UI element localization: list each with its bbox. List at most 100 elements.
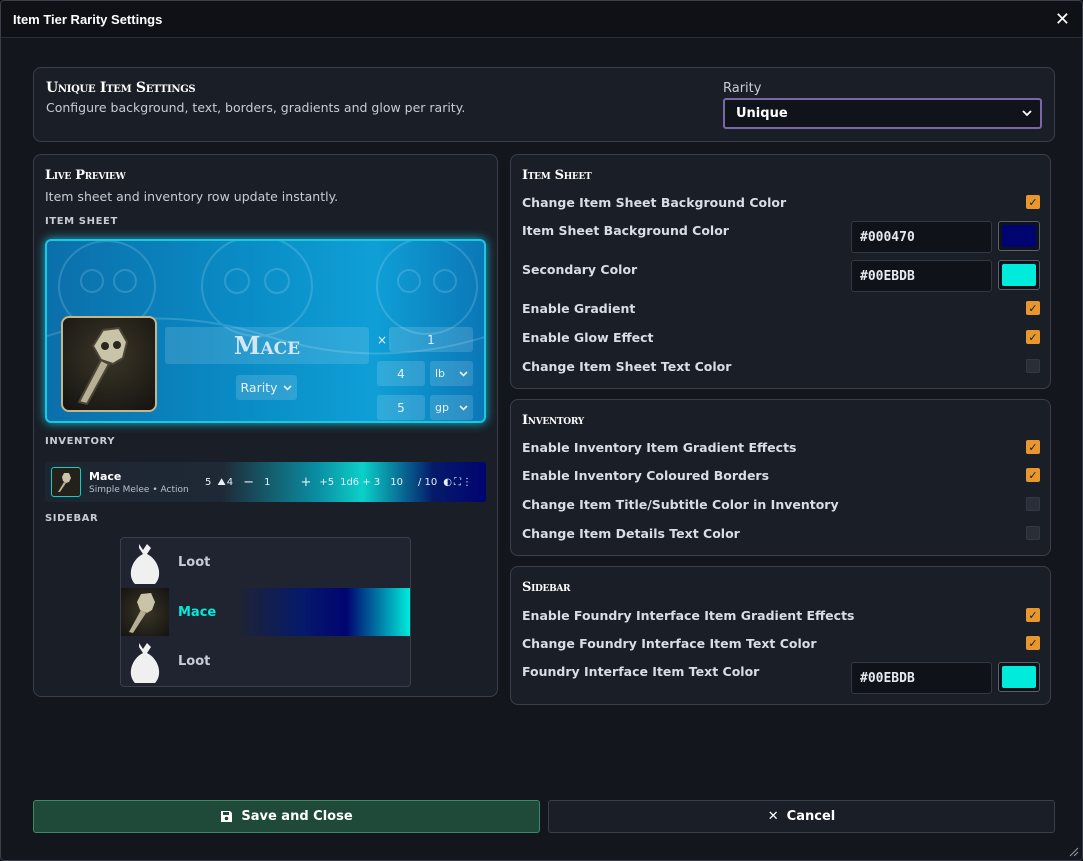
setting-row: Foundry Interface Item Text Color #00EBD… [522, 662, 1040, 694]
rarity-settings-title: Unique Item Settings [46, 80, 196, 96]
setting-row: Enable Glow Effect ✓ [522, 329, 1040, 345]
rarity-header-panel: Unique Item Settings Configure backgroun… [33, 67, 1055, 142]
quantity-value: 1 [427, 332, 435, 347]
inventory-title-color-checkbox[interactable] [1026, 497, 1040, 511]
loot-bag-icon [130, 544, 160, 584]
weight-field[interactable]: 4 [377, 361, 425, 386]
change-sheet-bg-checkbox[interactable]: ✓ [1026, 195, 1040, 209]
mace-icon [129, 593, 155, 633]
mace-thumb [121, 588, 169, 636]
mace-icon [77, 326, 129, 406]
price-unit-select[interactable]: gp [430, 395, 473, 420]
shield-icon[interactable]: ◐ [443, 477, 452, 488]
decrease-quantity-button[interactable]: − [243, 475, 254, 490]
change-sheet-text-color-checkbox[interactable] [1026, 359, 1040, 373]
inventory-range: 10 [390, 476, 403, 488]
rarity-dropdown[interactable]: Rarity [236, 375, 297, 400]
foundry-gradient-checkbox[interactable]: ✓ [1026, 608, 1040, 622]
swatch-fill [1002, 264, 1036, 286]
inventory-quantity: 1 [264, 476, 271, 488]
inventory-item-subtitle: Simple Melee • Action [89, 484, 189, 495]
inventory-damage: 1d6 + 3 [340, 476, 381, 488]
chevron-down-icon [459, 370, 468, 377]
item-name: Mace [233, 331, 301, 360]
price-unit: gp [435, 401, 449, 414]
secondary-color-swatch[interactable] [998, 260, 1040, 290]
inventory-item-thumb [51, 467, 81, 497]
sidebar-settings-panel: Sidebar Enable Foundry Interface Item Gr… [510, 566, 1051, 705]
loot-bag-icon [130, 643, 160, 683]
save-icon [221, 811, 233, 822]
cancel-button-label: Cancel [786, 809, 836, 824]
setting-label: Foundry Interface Item Text Color [522, 664, 760, 679]
secondary-color-input[interactable]: #00EBDB [851, 260, 992, 292]
price-field[interactable]: 5 [377, 395, 425, 420]
item-name-field[interactable]: Mace [165, 327, 369, 364]
rarity-dropdown-label: Rarity [240, 380, 278, 395]
inventory-uses: / 10 [418, 476, 438, 488]
mace-icon [58, 473, 71, 492]
sidebar-label: SIDEBAR [45, 513, 99, 524]
weight-value: 4 [397, 366, 405, 381]
rarity-settings-subtitle: Configure background, text, borders, gra… [46, 100, 466, 115]
quantity-field[interactable]: 1 [389, 327, 473, 352]
item-sheet-label: ITEM SHEET [45, 216, 118, 227]
setting-label: Change Foundry Interface Item Text Color [522, 635, 817, 651]
weight-icon: ⛰ [217, 476, 226, 488]
increase-quantity-button[interactable]: + [300, 475, 311, 490]
inventory-gradient-checkbox[interactable]: ✓ [1026, 440, 1040, 454]
setting-row: Change Item Sheet Background Color ✓ [522, 194, 1040, 210]
enable-glow-checkbox[interactable]: ✓ [1026, 330, 1040, 344]
inventory-item-name: Mace [89, 469, 122, 483]
enable-gradient-checkbox[interactable]: ✓ [1026, 301, 1040, 315]
chevron-down-icon [283, 384, 293, 391]
quantity-prefix: × [377, 333, 388, 347]
color-picker-group: #000470 [851, 221, 1040, 253]
sheet-bg-color-input[interactable]: #000470 [851, 221, 992, 253]
foundry-text-color-input[interactable]: #00EBDB [851, 662, 992, 694]
cancel-button[interactable]: ✕ Cancel [548, 800, 1055, 833]
more-icon[interactable]: ⋮ [462, 477, 472, 488]
item-sheet-preview: Mace Rarity × 1 4 lb 5 gp [45, 239, 486, 423]
live-preview-subtitle: Item sheet and inventory row update inst… [45, 189, 339, 204]
setting-label: Change Item Details Text Color [522, 525, 740, 541]
setting-label: Enable Foundry Interface Item Gradient E… [522, 607, 855, 623]
setting-label: Enable Glow Effect [522, 329, 654, 345]
item-sheet-settings-panel: Item Sheet Change Item Sheet Background … [510, 154, 1051, 389]
sidebar-item-mace[interactable]: Mace [121, 588, 410, 636]
item-sheet-settings-title: Item Sheet [522, 168, 592, 183]
foundry-text-color-swatch[interactable] [998, 662, 1040, 692]
setting-row: Enable Inventory Item Gradient Effects ✓ [522, 439, 1040, 455]
chevron-down-icon [1022, 110, 1032, 117]
rarity-label: Rarity [723, 81, 762, 96]
setting-row: Enable Gradient ✓ [522, 300, 1040, 316]
setting-row: Secondary Color #00EBDB [522, 260, 1040, 292]
title-bar: Item Tier Rarity Settings ✕ [1, 1, 1082, 38]
setting-label: Enable Gradient [522, 300, 636, 316]
sidebar-item-loot-1[interactable]: Loot [121, 538, 410, 587]
item-image-mace[interactable] [61, 316, 157, 412]
sidebar-item-loot-2[interactable]: Loot [121, 637, 410, 686]
setting-row: Change Foundry Interface Item Text Color… [522, 635, 1040, 651]
inventory-label: INVENTORY [45, 436, 116, 447]
swatch-fill [1002, 225, 1036, 247]
weight-unit-select[interactable]: lb [430, 361, 473, 386]
rarity-select[interactable]: Unique [723, 98, 1042, 129]
inventory-row-preview[interactable]: Mace Simple Melee • Action 5 ⛰ 4 − 1 + +… [45, 462, 486, 502]
setting-label: Enable Inventory Coloured Borders [522, 467, 770, 483]
setting-row: Item Sheet Background Color #000470 [522, 221, 1040, 253]
expand-icon[interactable]: ⛶ [454, 477, 461, 488]
resize-handle-icon[interactable] [1067, 845, 1079, 857]
setting-row: Enable Inventory Coloured Borders ✓ [522, 467, 1040, 483]
foundry-text-color-checkbox[interactable]: ✓ [1026, 636, 1040, 650]
setting-row: Change Item Details Text Color [522, 525, 1040, 541]
sidebar-item-label: Mace [178, 604, 217, 620]
inventory-borders-checkbox[interactable]: ✓ [1026, 468, 1040, 482]
close-icon[interactable]: ✕ [1055, 9, 1070, 30]
save-and-close-button[interactable]: Save and Close [33, 800, 540, 833]
inventory-details-color-checkbox[interactable] [1026, 526, 1040, 540]
sheet-bg-color-swatch[interactable] [998, 221, 1040, 251]
price-value: 5 [397, 400, 405, 415]
color-picker-group: #00EBDB [851, 662, 1040, 694]
inventory-settings-title: Inventory [522, 413, 584, 428]
